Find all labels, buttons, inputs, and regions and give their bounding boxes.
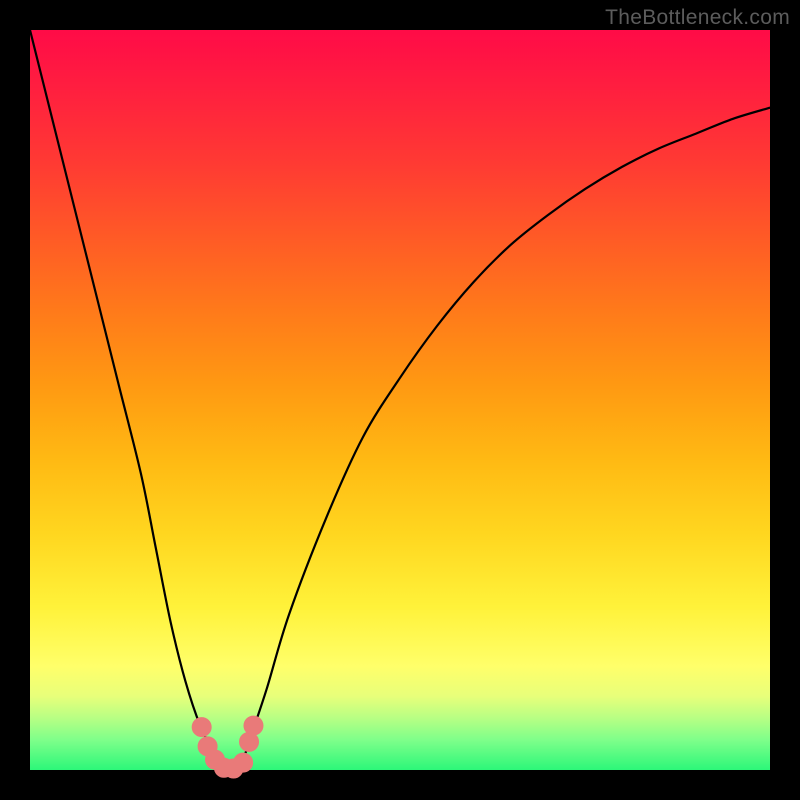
chart-frame: TheBottleneck.com bbox=[0, 0, 800, 800]
data-marker bbox=[192, 718, 211, 737]
curve-svg bbox=[30, 30, 770, 770]
data-marker bbox=[244, 716, 263, 735]
data-marker bbox=[234, 753, 253, 772]
marker-group bbox=[192, 716, 263, 778]
plot-area bbox=[30, 30, 770, 770]
watermark-text: TheBottleneck.com bbox=[605, 6, 790, 30]
bottleneck-curve bbox=[30, 30, 770, 770]
